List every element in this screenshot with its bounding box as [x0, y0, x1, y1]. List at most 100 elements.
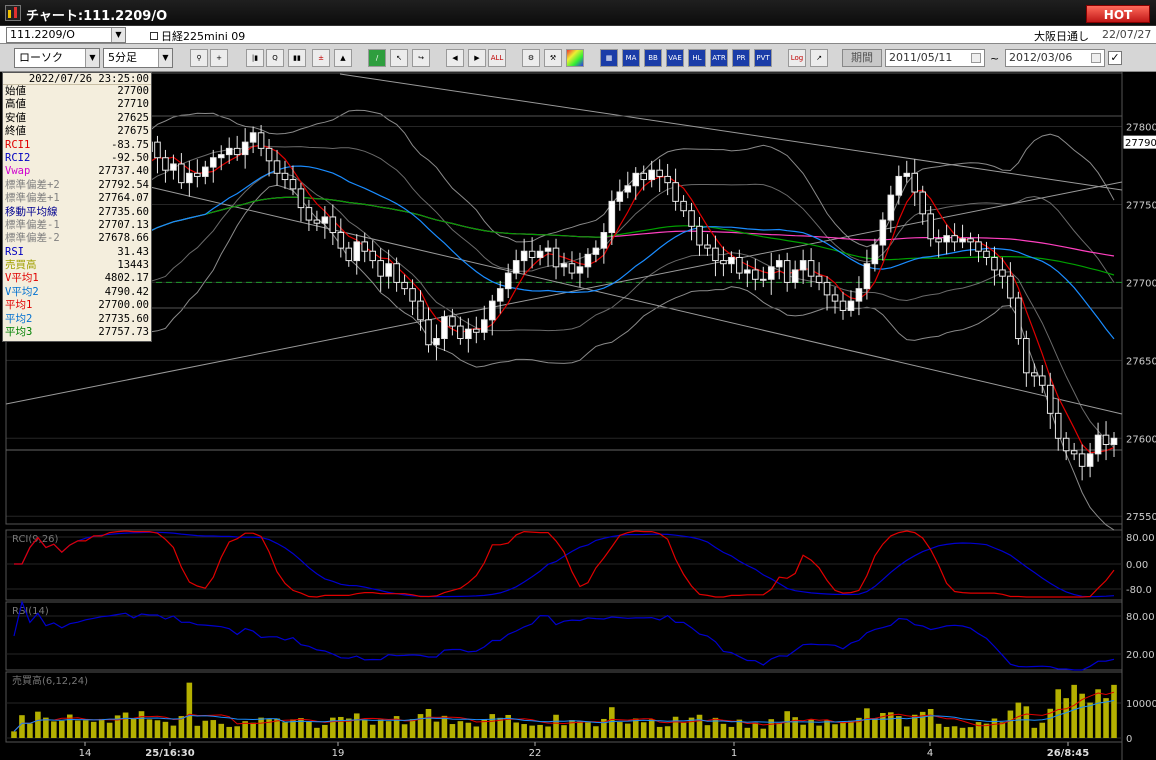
color-palette-icon[interactable]	[566, 49, 584, 67]
volume-bar	[545, 726, 551, 738]
vae-button[interactable]: VAE	[666, 49, 684, 67]
pen-icon[interactable]: /	[368, 49, 386, 67]
chevron-down-icon[interactable]: ▼	[158, 49, 172, 67]
candle-body	[1110, 437, 1118, 446]
volume-bar	[59, 720, 65, 738]
pvt-button[interactable]: PVT	[754, 49, 772, 67]
volume-bar	[784, 711, 790, 738]
volume-bar	[433, 721, 440, 738]
data-window-value: 4790.42	[104, 285, 149, 298]
candle-body	[194, 172, 201, 177]
interval-select[interactable]: 5分足 ▼	[103, 48, 173, 68]
wrench-icon[interactable]: ⚒	[544, 49, 562, 67]
candle-body	[871, 244, 879, 265]
volume-bar	[999, 722, 1006, 738]
window-titlebar: チャート:111.2209/O HOT	[0, 0, 1156, 26]
bb-button[interactable]: BB	[644, 49, 662, 67]
time-tick-label: 4	[927, 748, 933, 759]
crosshair-icon[interactable]: +	[210, 49, 228, 67]
pr-button[interactable]: PR	[732, 49, 750, 67]
data-window-row: RSI 31.43	[3, 246, 151, 259]
calendar-icon[interactable]	[971, 53, 981, 63]
candle-body	[536, 250, 544, 258]
candle-body	[991, 256, 998, 271]
volume-bar	[106, 722, 113, 738]
candle-body	[656, 169, 663, 177]
buy-sell-icon[interactable]: ±	[312, 49, 330, 67]
volume-bar	[1071, 684, 1077, 738]
volume-bar	[457, 721, 464, 738]
candle-body	[425, 319, 432, 346]
data-window-value: 27735.60	[98, 205, 149, 218]
chevron-down-icon[interactable]: ▼	[85, 49, 99, 67]
data-window-value: 27675	[117, 125, 149, 138]
volume-bar	[1023, 706, 1030, 738]
volume-bar	[720, 723, 727, 738]
volume-bar	[35, 711, 41, 738]
candle-body	[744, 269, 751, 274]
weight-icon[interactable]: ▲	[334, 49, 352, 67]
candle-body	[281, 172, 289, 181]
atr-button[interactable]: ATR	[710, 49, 728, 67]
volume-bar	[82, 720, 89, 738]
gear-icon[interactable]: ⚙	[522, 49, 540, 67]
symbol-code-field[interactable]: 111.2209/O ▼	[6, 27, 126, 43]
period-button[interactable]: 期間	[842, 49, 882, 67]
candle-icon[interactable]: |▮	[246, 49, 264, 67]
volume-bar	[322, 724, 328, 738]
volume-bar	[624, 723, 631, 738]
data-window-row: RCI1 -83.75	[3, 139, 151, 152]
volume-bar	[369, 724, 376, 738]
scroll-right-icon[interactable]: ▶	[468, 49, 486, 67]
scroll-left-icon[interactable]: ◀	[446, 49, 464, 67]
arrow-icon[interactable]: ↪	[412, 49, 430, 67]
chart-type-value: ローソク	[19, 51, 63, 64]
chart-type-select[interactable]: ローソク ▼	[14, 48, 100, 68]
checkbox-icon[interactable]: ✓	[1108, 51, 1122, 65]
candle-body	[959, 238, 966, 243]
data-window-row: V平均1 4802.17	[3, 272, 151, 285]
candle-body	[449, 316, 456, 327]
candle-body	[759, 278, 767, 281]
price-tick-label: 27700	[1126, 278, 1156, 289]
hot-button[interactable]: HOT	[1086, 5, 1150, 23]
price-tick-label: 27650	[1126, 356, 1156, 367]
instrument-name: 日経225mini 09	[150, 28, 245, 44]
zoom-icon[interactable]: ⚲	[190, 49, 208, 67]
indicator-tick-label: 10000	[1126, 699, 1156, 710]
price-chart[interactable]: RCI(9,26) RSI(14) 売買高(6,12,24) 27550 2760…	[0, 72, 1156, 760]
export-icon[interactable]: ↗	[810, 49, 828, 67]
interval-value: 5分足	[108, 51, 137, 64]
all-button[interactable]: ALL	[488, 49, 506, 67]
volume-bar	[401, 724, 408, 738]
ma-button[interactable]: MA	[622, 49, 640, 67]
date-from-field[interactable]: 2011/05/11	[885, 49, 985, 67]
cursor-icon[interactable]: ↖	[390, 49, 408, 67]
candle-body	[1015, 297, 1022, 340]
chevron-down-icon[interactable]: ▼	[111, 28, 125, 42]
volume-bar	[194, 725, 201, 738]
calendar-icon[interactable]	[1091, 53, 1101, 63]
candle-body	[927, 213, 934, 240]
volume-bar	[186, 682, 193, 738]
candle-body	[560, 263, 568, 268]
volume-bar	[218, 723, 225, 738]
grid-icon[interactable]: ▦	[600, 49, 618, 67]
volume-bar	[154, 720, 161, 738]
candle-body	[911, 172, 919, 193]
volume-bar	[27, 723, 33, 738]
hl-button[interactable]: HL	[688, 49, 706, 67]
volume-bar	[162, 721, 169, 738]
candle-body	[720, 260, 727, 265]
candle-body	[257, 132, 265, 149]
date-to-field[interactable]: 2012/03/06	[1005, 49, 1105, 67]
volume-bar	[672, 716, 679, 738]
bar-chart-icon[interactable]: ▮▮	[288, 49, 306, 67]
candle-body	[1031, 372, 1038, 377]
volume-bar	[943, 726, 950, 738]
data-window-label: 移動平均線	[5, 205, 58, 218]
volume-bar	[19, 715, 25, 738]
log-button[interactable]: Log	[788, 49, 806, 67]
magnifier-icon[interactable]: Q	[266, 49, 284, 67]
data-window-label: 標準偏差-2	[5, 232, 60, 245]
